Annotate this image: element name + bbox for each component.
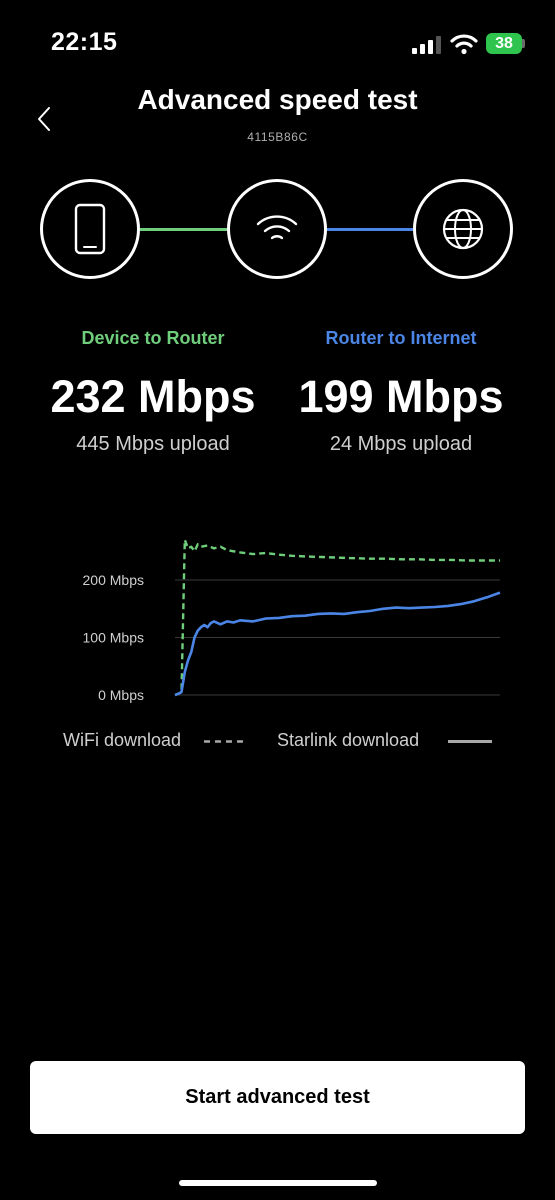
device-router-link — [140, 228, 227, 231]
y-tick-label: 200 Mbps — [83, 572, 144, 588]
legend-wifi-swatch — [204, 740, 246, 743]
router-node — [227, 179, 327, 279]
cellular-signal-icon — [412, 36, 441, 54]
device-to-router-download: 232 Mbps — [50, 371, 256, 422]
router-to-internet-download: 199 Mbps — [298, 371, 504, 422]
device-to-router-upload: 445 Mbps upload — [76, 433, 230, 455]
phone-icon — [74, 203, 106, 255]
battery-indicator: 38 — [486, 33, 522, 54]
page-title: Advanced speed test — [137, 84, 418, 115]
wifi-status-icon — [450, 34, 478, 55]
device-to-router-label: Device to Router — [81, 328, 225, 348]
wifi-download-line — [174, 538, 500, 697]
globe-icon — [442, 208, 484, 250]
speed-chart: 0 Mbps 100 Mbps 200 Mbps — [83, 538, 501, 703]
internet-node — [413, 179, 513, 279]
home-indicator — [179, 1180, 377, 1186]
y-tick-label: 0 Mbps — [98, 687, 144, 703]
wifi-icon — [256, 215, 298, 240]
router-to-internet-upload: 24 Mbps upload — [329, 433, 473, 455]
legend-wifi-label: WiFi download — [63, 730, 182, 750]
device-node — [40, 179, 140, 279]
router-serial: 4115B86C — [247, 130, 308, 144]
status-time: 22:15 — [51, 28, 118, 56]
router-to-internet-label: Router to Internet — [325, 328, 477, 348]
legend-starlink-swatch — [448, 740, 492, 743]
starlink-download-line — [174, 591, 501, 697]
start-advanced-test-button[interactable]: Start advanced test — [30, 1061, 525, 1134]
legend-starlink-label: Starlink download — [277, 730, 420, 750]
battery-tip — [522, 39, 525, 48]
y-tick-label: 100 Mbps — [83, 630, 144, 646]
router-internet-link — [327, 228, 413, 231]
